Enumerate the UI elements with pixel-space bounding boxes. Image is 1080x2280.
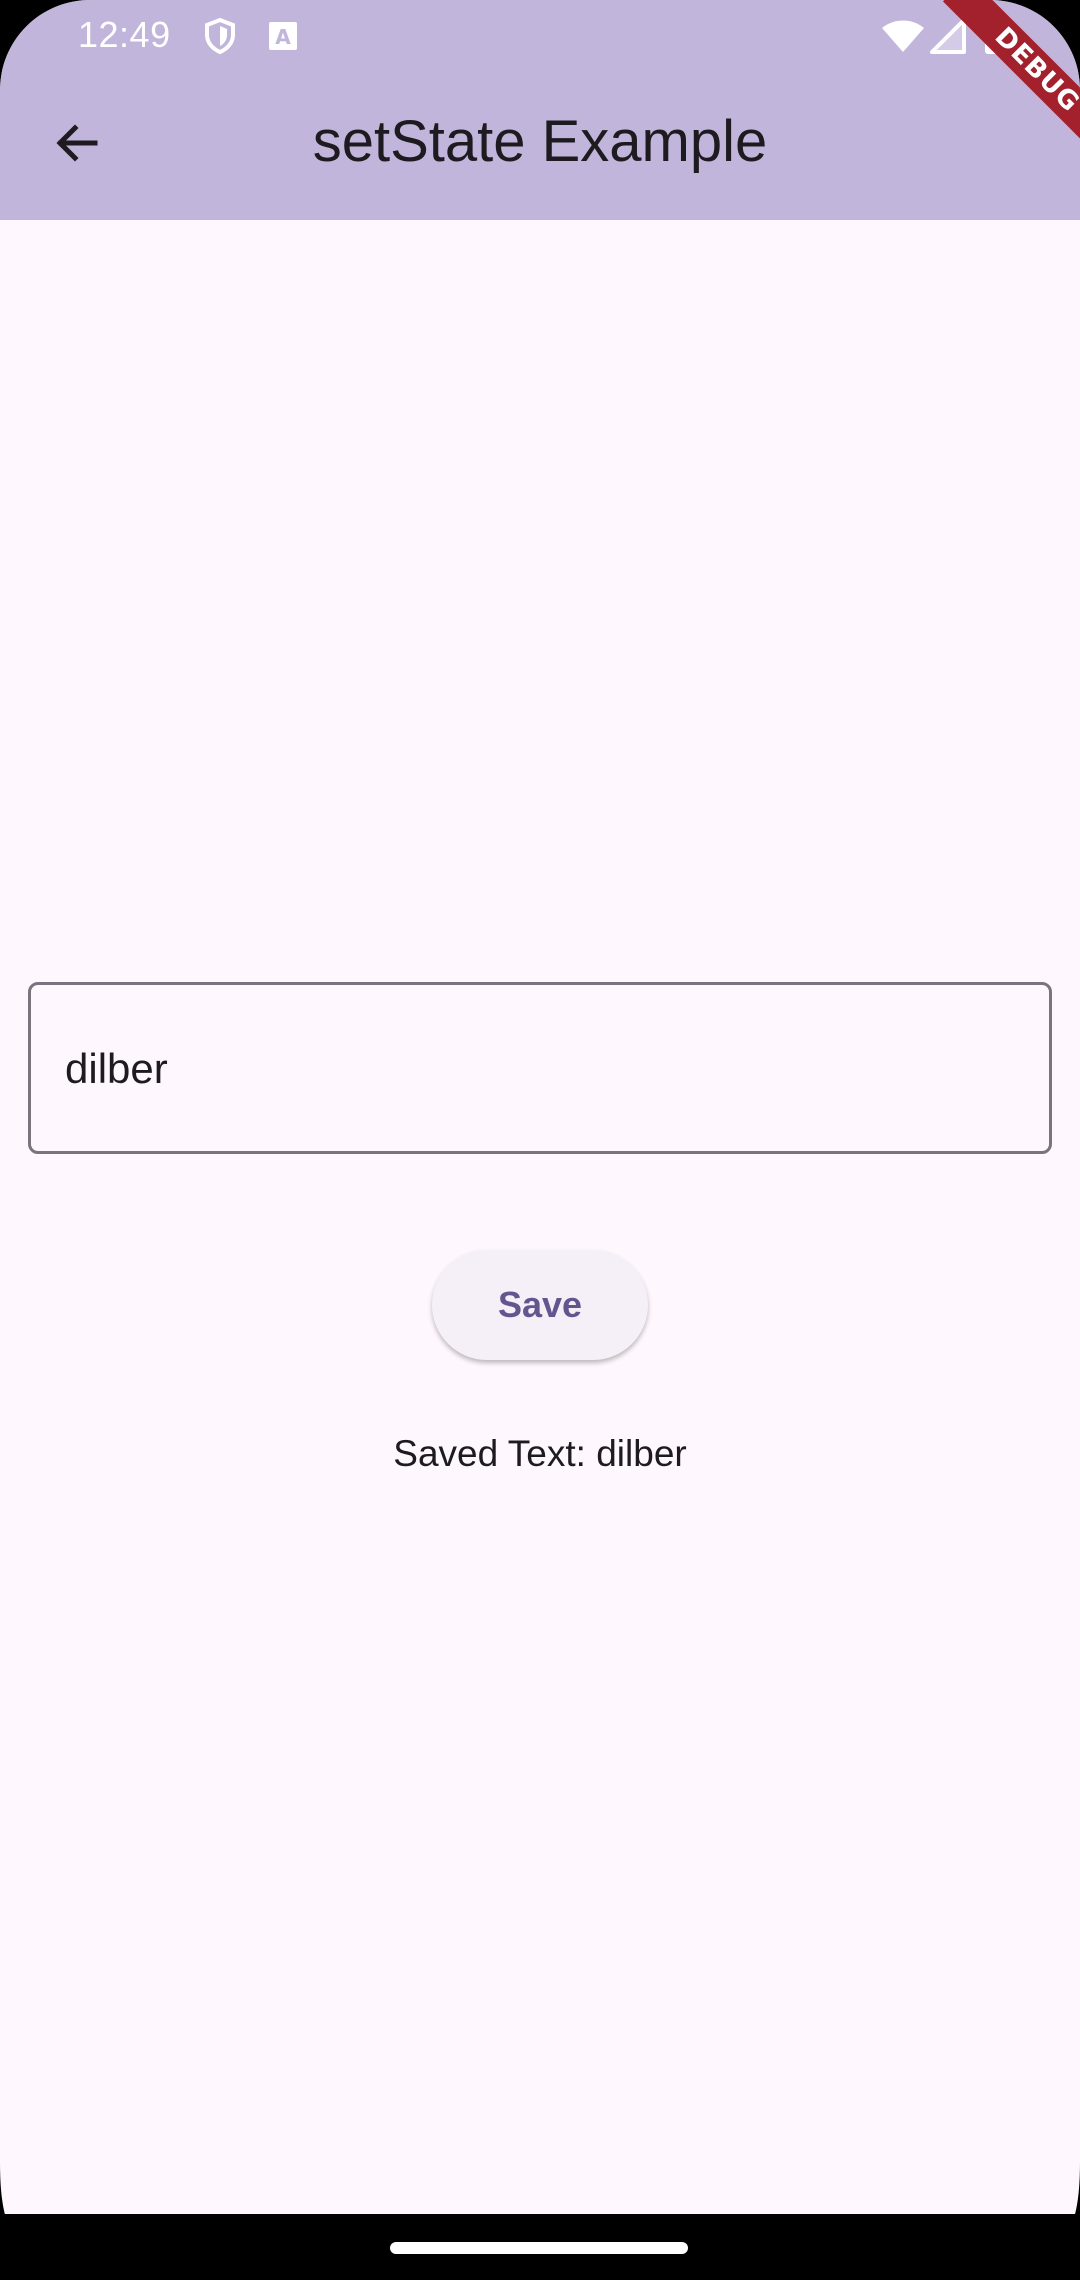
svg-text:A: A — [275, 25, 291, 49]
page-title: setState Example — [312, 109, 768, 174]
shield-icon — [200, 16, 240, 56]
wifi-icon — [880, 16, 926, 56]
home-gesture-handle[interactable] — [390, 2242, 688, 2254]
signal-icon — [928, 16, 968, 56]
text-input-field[interactable]: dilber — [28, 982, 1052, 1154]
saved-text-label: Saved Text: dilber — [393, 1433, 687, 1474]
text-input-value[interactable]: dilber — [65, 1041, 168, 1097]
battery-icon — [982, 16, 1008, 56]
phone-screen: 12:49 A setState Example DEBUG dilber Sa… — [0, 0, 1080, 2280]
app-bar: 12:49 A setState Example — [0, 0, 1080, 220]
a-badge-icon: A — [264, 16, 304, 56]
status-time: 12:49 — [78, 14, 171, 55]
save-button[interactable]: Save — [432, 1250, 648, 1360]
status-bar: 12:49 A — [0, 0, 1080, 72]
